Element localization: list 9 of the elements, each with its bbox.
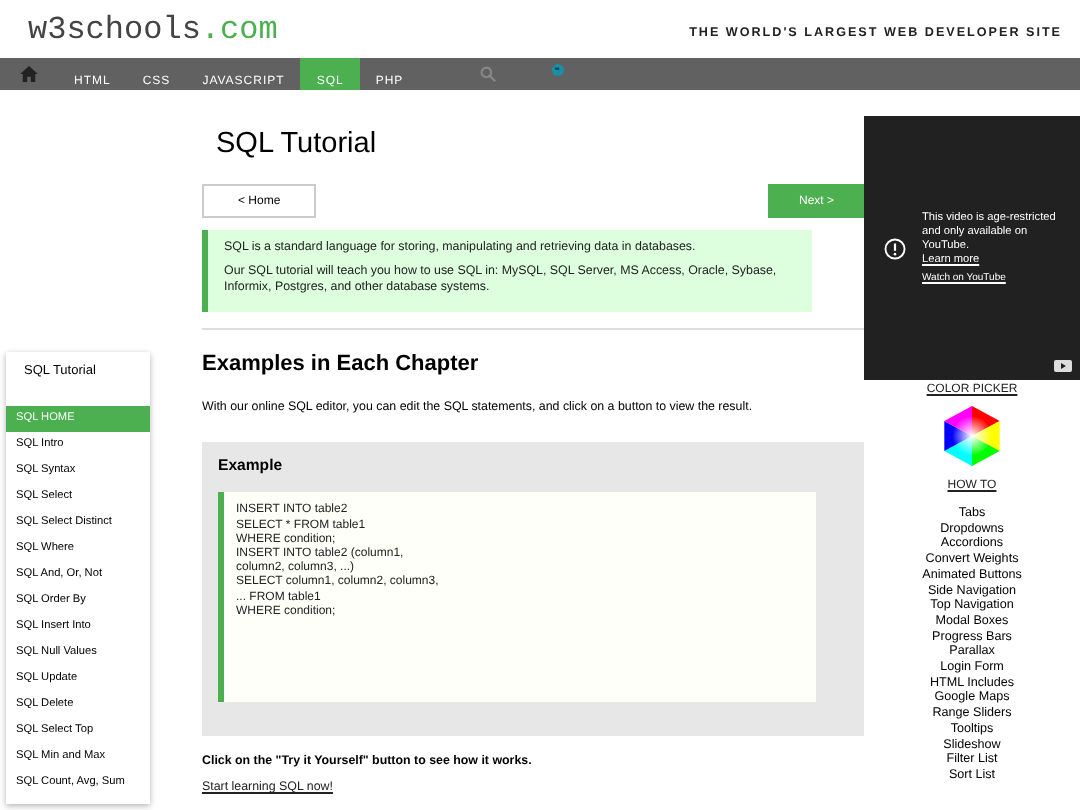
site-logo[interactable]: w3schools.com — [28, 11, 278, 47]
globe-icon[interactable] — [551, 64, 564, 76]
home-icon[interactable] — [20, 66, 38, 82]
color-wheel-icon[interactable] — [940, 406, 1004, 466]
video-icon[interactable] — [1054, 360, 1072, 372]
page-title: SQL Tutorial — [216, 128, 379, 164]
warning-icon — [884, 237, 906, 259]
section-heading: Examples in Each Chapter — [202, 352, 481, 381]
search-icon[interactable] — [479, 66, 496, 82]
